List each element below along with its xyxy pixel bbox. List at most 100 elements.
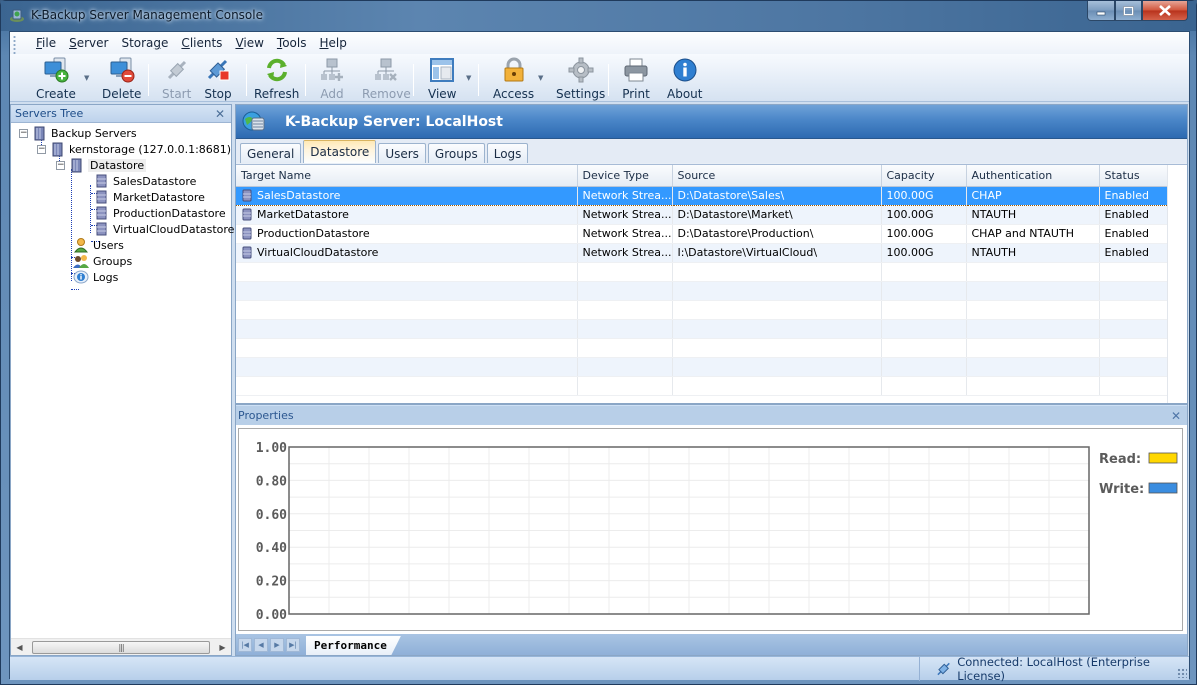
tab-users[interactable]: Users: [378, 143, 426, 163]
access-button[interactable]: Access: [493, 56, 535, 101]
maximize-button[interactable]: [1115, 1, 1142, 21]
database-icon: [96, 206, 107, 220]
tree-node-backup-servers[interactable]: − Backup Servers: [19, 125, 137, 141]
tab-general[interactable]: General: [240, 143, 302, 163]
cell-status: Enabled: [1099, 185, 1168, 206]
tab-groups[interactable]: Groups: [427, 143, 485, 163]
y-tick-label: 1.00: [256, 441, 287, 456]
tree-node-virtualclouddatastore[interactable]: VirtualCloudDatastore: [93, 221, 234, 237]
column-header-status[interactable]: Status: [1099, 165, 1168, 187]
settings-label: Settings: [556, 87, 606, 101]
stop-button[interactable]: Stop: [204, 56, 232, 101]
column-header-target-name[interactable]: Target Name: [236, 165, 578, 187]
column-header-authentication[interactable]: Authentication: [966, 165, 1100, 187]
properties-panel: Properties ✕ 1.00 0.80 0.60 0.40 0.20 0.00 Rea…: [235, 404, 1188, 656]
collapse-icon[interactable]: −: [19, 128, 28, 138]
minimize-button[interactable]: [1087, 1, 1115, 21]
delete-button[interactable]: Delete: [102, 56, 141, 101]
tree-label: MarketDatastore: [113, 190, 205, 204]
tree-connector: [71, 169, 72, 281]
servers-tree-header: Servers Tree ✕: [11, 105, 231, 123]
target-name: MarketDatastore: [257, 207, 349, 221]
maximize-icon: [1123, 5, 1134, 16]
tree-node-kernstorage[interactable]: − kernstorage (127.0.0.1:8681): [37, 141, 231, 157]
tree-label: VirtualCloudDatastore: [113, 222, 235, 236]
about-button[interactable]: About: [667, 56, 702, 101]
access-dropdown-arrow[interactable]: ▼: [538, 74, 543, 82]
refresh-button[interactable]: Refresh: [254, 56, 299, 101]
database-icon: [242, 208, 252, 221]
title-bar[interactable]: K-Backup Server Management Console: [1, 1, 1196, 31]
minimize-icon: [1096, 11, 1106, 15]
tree-horizontal-scrollbar[interactable]: ◀ ||| ▶: [11, 638, 231, 655]
table-row[interactable]: MarketDatastore Network Strea... D:\Datast…: [236, 205, 1168, 225]
menu-storage[interactable]: Storage: [121, 36, 168, 50]
resize-grip[interactable]: [1177, 668, 1187, 678]
settings-button[interactable]: Settings: [556, 56, 606, 101]
tree-node-groups[interactable]: Groups: [73, 253, 132, 269]
cell-auth: [966, 319, 1100, 339]
remove-button[interactable]: Remove: [362, 56, 411, 101]
server-tabs: General Datastore Users Groups Logs: [236, 139, 1187, 163]
tree-node-productiondatastore[interactable]: ProductionDatastore: [93, 205, 226, 221]
print-button[interactable]: Print: [622, 56, 650, 101]
sheet-tab-performance[interactable]: Performance: [306, 636, 401, 655]
database-icon: [96, 190, 107, 204]
cell-device: [577, 376, 673, 396]
next-sheet-button[interactable]: ▶: [270, 637, 284, 652]
close-panel-icon[interactable]: ✕: [1171, 409, 1181, 423]
y-tick-label: 0.80: [256, 474, 287, 489]
cell-device: [577, 281, 673, 301]
target-name: ProductionDatastore: [257, 226, 370, 240]
cell-capacity: [881, 262, 967, 282]
menu-file[interactable]: File: [36, 36, 56, 50]
cell-name: SalesDatastore: [236, 185, 578, 206]
grid-vertical-scrollbar[interactable]: [1167, 165, 1187, 403]
connection-status-text: Connected: LocalHost (Enterprise License…: [957, 655, 1150, 683]
view-button[interactable]: View: [428, 56, 456, 101]
cell-source: D:\Datastore\Production\: [672, 224, 882, 244]
table-row[interactable]: ProductionDatastore Network Strea... D:\Da…: [236, 224, 1168, 244]
close-panel-icon[interactable]: ✕: [215, 107, 225, 121]
y-tick-label: 0.20: [256, 575, 287, 590]
table-row[interactable]: VirtualCloudDatastore Network Strea... I:\…: [236, 243, 1168, 263]
cell-device: [577, 300, 673, 320]
scrollbar-thumb[interactable]: |||: [32, 640, 210, 654]
first-sheet-button[interactable]: |◀: [238, 637, 252, 652]
cell-auth: [966, 376, 1100, 396]
menu-clients[interactable]: Clients: [181, 36, 222, 50]
column-header-capacity[interactable]: Capacity: [881, 165, 967, 187]
view-dropdown-arrow[interactable]: ▼: [466, 74, 471, 82]
collapse-icon[interactable]: −: [56, 160, 65, 170]
tree-node-salesdatastore[interactable]: SalesDatastore: [93, 173, 196, 189]
tab-datastore[interactable]: Datastore: [303, 140, 377, 163]
table-row[interactable]: SalesDatastore Network Strea... D:\Datasto…: [236, 185, 1168, 206]
cell-auth: [966, 300, 1100, 320]
menu-help[interactable]: Help: [320, 36, 347, 50]
column-header-device-type[interactable]: Device Type: [577, 165, 673, 187]
tree-node-marketdatastore[interactable]: MarketDatastore: [93, 189, 205, 205]
cell-source: [672, 300, 882, 320]
create-dropdown-arrow[interactable]: ▼: [84, 74, 89, 82]
menu-view[interactable]: View: [235, 36, 263, 50]
scroll-right-arrow[interactable]: ▶: [214, 643, 231, 652]
cell-name: MarketDatastore: [236, 205, 578, 225]
menu-tools[interactable]: Tools: [277, 36, 307, 50]
scroll-left-arrow[interactable]: ◀: [11, 643, 28, 652]
menu-server[interactable]: Server: [69, 36, 108, 50]
tree-node-users[interactable]: Users: [73, 237, 124, 253]
close-button[interactable]: [1142, 1, 1188, 21]
add-button[interactable]: Add: [318, 56, 346, 101]
cell-auth: CHAP and NTAUTH: [966, 224, 1100, 244]
last-sheet-button[interactable]: ▶|: [286, 637, 300, 652]
create-button[interactable]: Create: [36, 56, 76, 101]
prev-sheet-button[interactable]: ◀: [254, 637, 268, 652]
layout-view-icon: [430, 58, 455, 82]
access-label: Access: [493, 87, 535, 101]
tab-logs[interactable]: Logs: [486, 143, 529, 163]
tree-node-datastore[interactable]: − Datastore: [56, 157, 147, 173]
column-header-source[interactable]: Source: [672, 165, 882, 187]
collapse-icon[interactable]: −: [37, 144, 46, 154]
start-button[interactable]: Start: [162, 56, 191, 101]
tree-node-logs[interactable]: Logs: [73, 269, 118, 285]
